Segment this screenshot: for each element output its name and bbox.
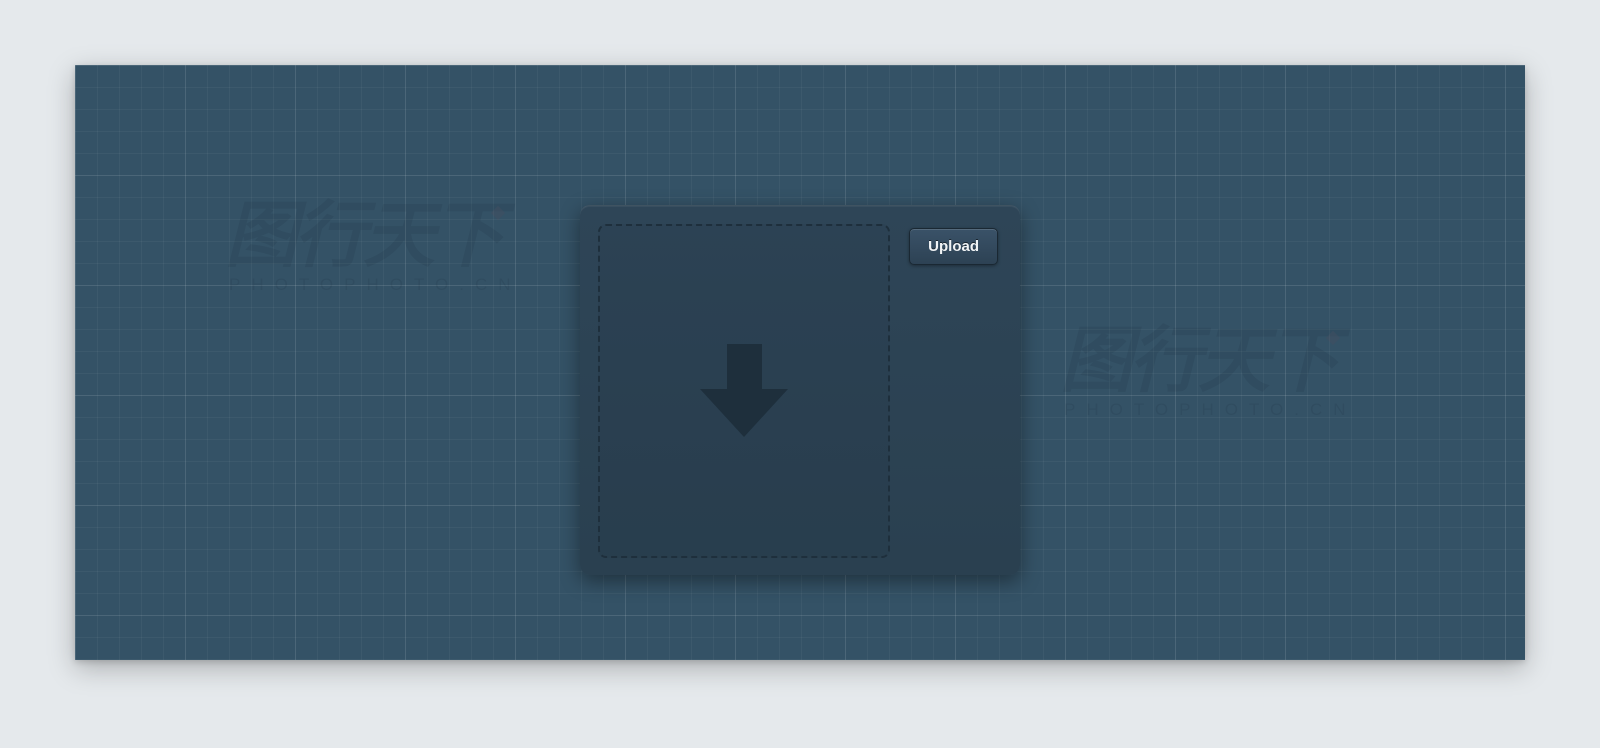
blueprint-canvas: 图行天下 PHOTOPHOTO.CN 图行天下 PHOTOPHOTO.CN Up… xyxy=(75,65,1525,660)
upload-panel: Upload xyxy=(580,205,1020,575)
watermark: 图行天下 PHOTOPHOTO.CN xyxy=(1060,325,1357,420)
watermark: 图行天下 PHOTOPHOTO.CN xyxy=(225,200,522,295)
arrow-down-icon xyxy=(704,344,784,439)
drop-zone[interactable] xyxy=(598,224,890,558)
upload-button[interactable]: Upload xyxy=(909,228,998,265)
